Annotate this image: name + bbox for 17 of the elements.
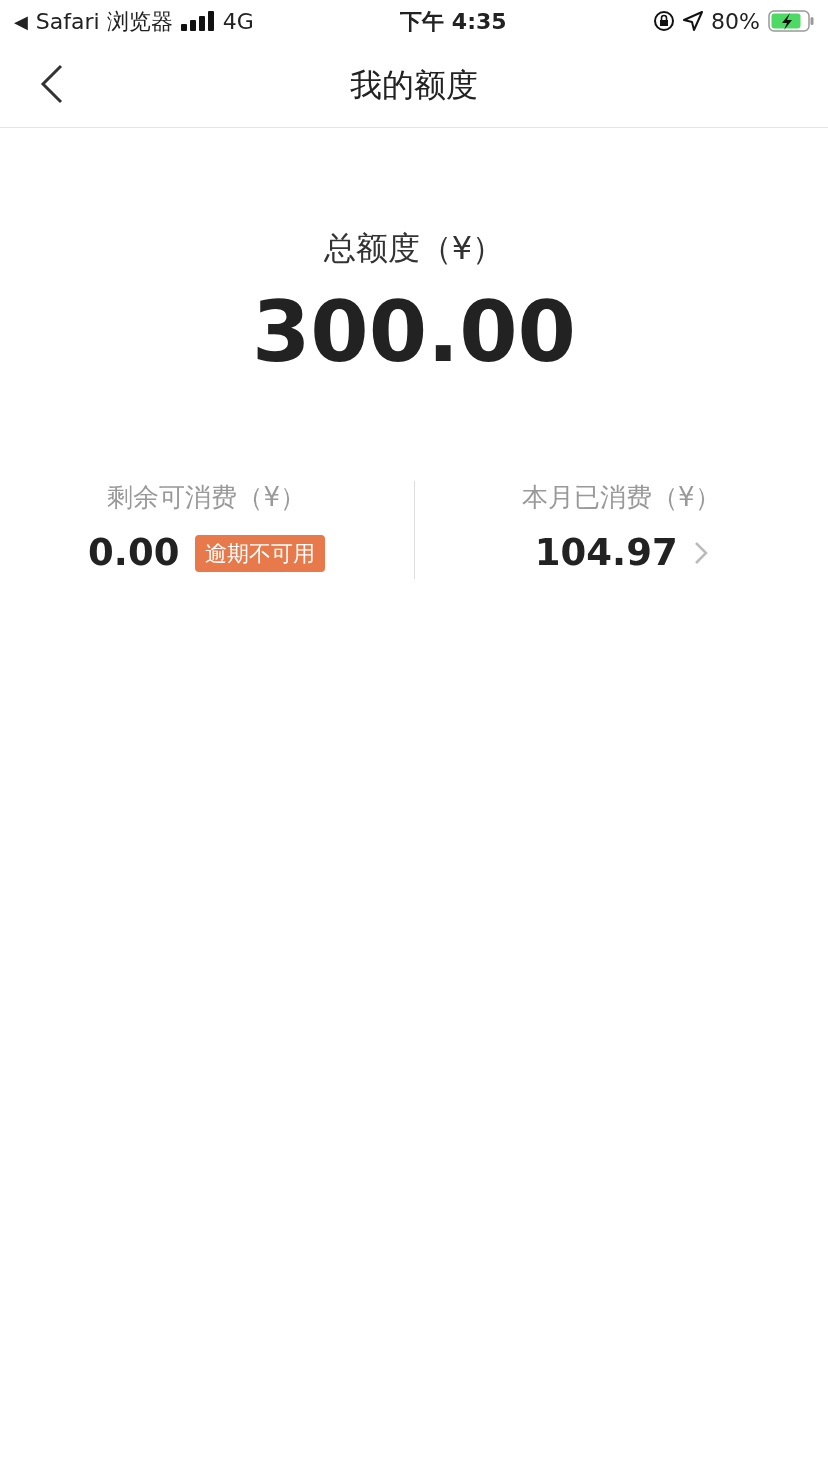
- back-arrow[interactable]: ◀: [14, 7, 28, 35]
- status-tag: 逾期不可用: [195, 534, 326, 572]
- stat-amount: 0.00: [88, 530, 180, 577]
- rotation-lock-icon: [653, 10, 676, 32]
- status-time: 下午 4:35: [400, 7, 507, 36]
- network-label: 4G: [222, 7, 254, 36]
- page-title: 我的额度: [350, 64, 478, 106]
- signal-icon: [180, 11, 215, 31]
- battery-percent: 80%: [711, 7, 760, 36]
- location-icon: [683, 11, 704, 31]
- stat-label: 本月已消费（¥）: [521, 481, 721, 515]
- stat-label: 剩余可消费（¥）: [107, 481, 306, 515]
- back-button[interactable]: [40, 64, 64, 104]
- total-limit-label: 总额度（¥）: [323, 228, 505, 269]
- stat-amount: 104.97: [534, 530, 678, 577]
- total-limit-amount: 300.00: [251, 286, 577, 379]
- back-app-label[interactable]: Safari 浏览器: [35, 4, 173, 38]
